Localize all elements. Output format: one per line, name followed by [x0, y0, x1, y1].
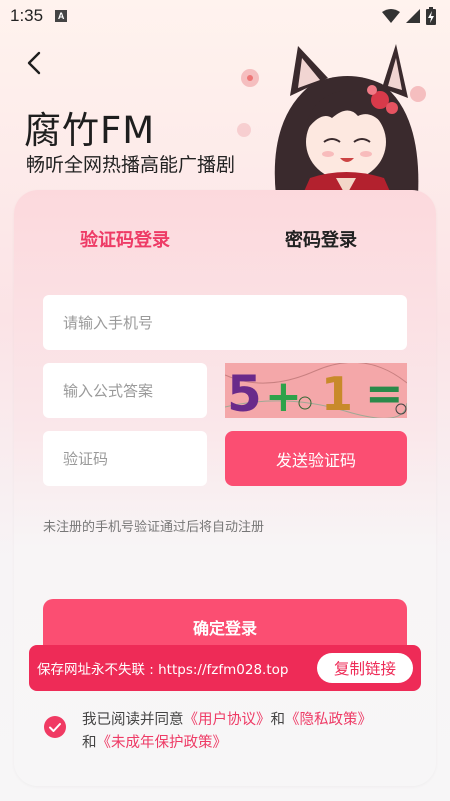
- privacy-policy-link[interactable]: 《隐私政策》: [285, 712, 372, 728]
- captcha-char-1: 5: [227, 365, 262, 418]
- agreement-and-2: 和: [82, 735, 97, 751]
- status-icons: [382, 7, 436, 25]
- a-box-icon: A: [55, 10, 68, 22]
- banner-text: 保存网址永不失联 : https://fzfm028.top: [37, 662, 289, 678]
- chevron-left-icon: [27, 51, 41, 75]
- agreement-line-1: 我已阅读并同意《用户协议》和《隐私政策》: [82, 708, 372, 729]
- tab-password-login[interactable]: 密码登录: [285, 226, 357, 252]
- captcha-char-3: 1: [321, 367, 353, 418]
- phone-placeholder: 请输入手机号: [63, 314, 154, 332]
- send-code-button[interactable]: 发送验证码: [225, 431, 407, 486]
- save-url-banner: 保存网址永不失联 : https://fzfm028.top 复制链接: [29, 645, 421, 691]
- app-name: 腐竹FM: [24, 109, 156, 152]
- agreement-checkbox[interactable]: [44, 716, 66, 738]
- minor-policy-link[interactable]: 《未成年保护政策》: [97, 735, 228, 751]
- captcha-char-2: +: [265, 371, 302, 418]
- registration-hint: 未注册的手机号验证通过后将自动注册: [43, 520, 265, 535]
- copy-link-button[interactable]: 复制链接: [317, 653, 413, 683]
- app-slogan: 畅听全网热播高能广播剧: [26, 154, 236, 176]
- wifi-icon: [382, 9, 400, 23]
- verification-code-input[interactable]: 验证码: [43, 431, 207, 486]
- agreement-line-2: 和《未成年保护政策》: [82, 731, 227, 752]
- code-placeholder: 验证码: [63, 450, 109, 468]
- phone-input[interactable]: 请输入手机号: [43, 295, 407, 350]
- agreement-and-1: 和: [270, 712, 286, 728]
- mascot-illustration: [237, 44, 426, 196]
- status-bar: 1:35 A: [0, 0, 450, 32]
- signal-icon: [406, 9, 420, 23]
- check-icon: [49, 723, 61, 732]
- captcha-image[interactable]: 5 + 1 =: [225, 363, 407, 418]
- login-card: [14, 190, 436, 786]
- tab-sms-login[interactable]: 验证码登录: [80, 226, 170, 252]
- user-agreement-link[interactable]: 《用户协议》: [184, 712, 271, 728]
- back-button[interactable]: [20, 48, 50, 78]
- formula-placeholder: 输入公式答案: [63, 382, 154, 400]
- status-time: 1:35: [10, 6, 44, 25]
- captcha-char-4: =: [365, 366, 404, 418]
- formula-answer-input[interactable]: 输入公式答案: [43, 363, 207, 418]
- agreement-prefix: 我已阅读并同意: [82, 712, 184, 728]
- battery-charging-icon: [426, 7, 436, 25]
